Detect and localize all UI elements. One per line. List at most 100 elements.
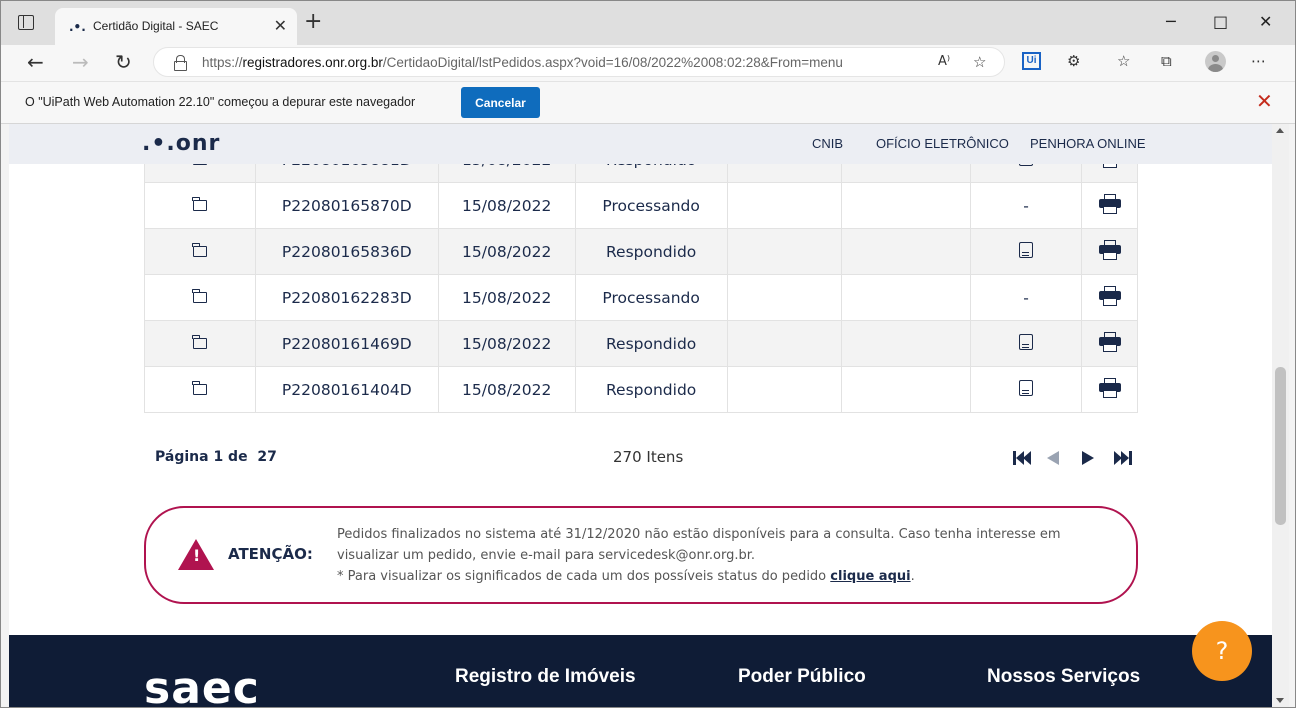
collections-icon[interactable]: ⧉	[1161, 52, 1172, 70]
page-viewport: P22080165881D15/08/2022RespondidoP220801…	[9, 124, 1272, 707]
first-page-icon[interactable]	[1013, 451, 1033, 465]
onr-logo[interactable]: .•.onr	[142, 131, 220, 156]
warning-icon: !	[178, 539, 214, 570]
empty-cell	[841, 366, 972, 413]
scroll-up-icon[interactable]	[1276, 128, 1284, 133]
footer-registro-imoveis[interactable]: Registro de Imóveis	[455, 666, 636, 688]
help-button[interactable]: ?	[1192, 621, 1252, 681]
saec-logo[interactable]: saec	[144, 663, 260, 707]
folder-icon[interactable]	[192, 196, 207, 211]
print-cell[interactable]	[1081, 228, 1138, 275]
favorite-add-icon[interactable]: ☆	[973, 53, 986, 71]
orders-table: P22080165881D15/08/2022RespondidoP220801…	[144, 136, 1138, 413]
maximize-icon[interactable]: □	[1213, 12, 1228, 31]
printer-icon[interactable]	[1098, 239, 1121, 260]
order-id[interactable]: P22080161469D	[254, 320, 439, 367]
next-page-icon[interactable]	[1082, 451, 1094, 465]
tab-title: Certidão Digital - SAEC	[93, 19, 219, 33]
empty-cell	[726, 320, 843, 367]
folder-icon[interactable]	[192, 242, 207, 257]
tab-strip: .•. Certidão Digital - SAEC ✕ + ─ □ ✕	[1, 1, 1295, 45]
address-bar[interactable]: https://registradores.onr.org.br/Certida…	[153, 47, 1005, 77]
document-icon[interactable]	[1019, 333, 1034, 350]
scroll-down-icon[interactable]	[1276, 698, 1284, 703]
attention-line-1: Pedidos finalizados no sistema até 31/12…	[337, 527, 1061, 563]
browser-window: .•. Certidão Digital - SAEC ✕ + ─ □ ✕ ← …	[0, 0, 1296, 708]
nav-link-cnib[interactable]: CNIB	[812, 136, 843, 151]
open-folder-cell[interactable]	[144, 366, 256, 413]
uipath-extension-icon[interactable]: Ui	[1022, 52, 1041, 70]
new-tab-icon[interactable]: +	[304, 11, 322, 33]
favorites-icon[interactable]: ☆	[1117, 52, 1130, 70]
profile-avatar[interactable]	[1205, 51, 1226, 72]
folder-icon[interactable]	[192, 288, 207, 303]
read-aloud-icon[interactable]: A⁾	[938, 54, 950, 69]
document-cell-empty: -	[970, 182, 1083, 229]
empty-cell	[841, 274, 972, 321]
minimize-icon[interactable]: ─	[1166, 12, 1176, 31]
open-folder-cell[interactable]	[144, 274, 256, 321]
document-cell[interactable]	[970, 366, 1083, 413]
table-row: P22080161469D 15/08/2022 Respondido	[144, 320, 1138, 367]
empty-cell	[726, 366, 843, 413]
table-row: P22080161404D 15/08/2022 Respondido	[144, 366, 1138, 413]
order-status: Respondido	[574, 366, 728, 413]
order-id[interactable]: P22080165836D	[254, 228, 439, 275]
order-id[interactable]: P22080161404D	[254, 366, 439, 413]
tab-actions-icon[interactable]	[18, 15, 34, 30]
order-id[interactable]: P22080165870D	[254, 182, 439, 229]
folder-icon[interactable]	[192, 334, 207, 349]
footer-nossos-servicos[interactable]: Nossos Serviços	[987, 666, 1140, 688]
order-id[interactable]: P22080162283D	[254, 274, 439, 321]
item-count: 270 Itens	[613, 448, 684, 466]
empty-cell	[841, 182, 972, 229]
browser-tab[interactable]: .•. Certidão Digital - SAEC ✕	[55, 8, 297, 45]
window-close-icon[interactable]: ✕	[1259, 12, 1272, 31]
forward-arrow-icon[interactable]: →	[72, 50, 89, 74]
more-menu-icon[interactable]: ⋯	[1251, 52, 1266, 70]
print-cell[interactable]	[1081, 366, 1138, 413]
scroll-thumb[interactable]	[1275, 367, 1286, 525]
infobar-close-icon[interactable]: ✕	[1256, 91, 1273, 111]
page-scrollbar[interactable]	[1272, 124, 1289, 707]
open-folder-cell[interactable]	[144, 228, 256, 275]
printer-icon[interactable]	[1098, 377, 1121, 398]
open-folder-cell[interactable]	[144, 320, 256, 367]
print-cell[interactable]	[1081, 274, 1138, 321]
nav-link-oficio-eletronico[interactable]: OFÍCIO ELETRÔNICO	[876, 136, 1009, 151]
debug-infobar: O "UiPath Web Automation 22.10" começou …	[1, 81, 1295, 124]
print-cell[interactable]	[1081, 182, 1138, 229]
folder-icon[interactable]	[192, 380, 207, 395]
print-cell[interactable]	[1081, 320, 1138, 367]
empty-cell	[726, 228, 843, 275]
extensions-icon[interactable]: ⚙	[1067, 52, 1080, 70]
order-date: 15/08/2022	[437, 366, 576, 413]
document-icon[interactable]	[1019, 241, 1034, 258]
printer-icon[interactable]	[1098, 193, 1121, 214]
cancel-button[interactable]: Cancelar	[461, 87, 540, 118]
url-text[interactable]: https://registradores.onr.org.br/Certida…	[202, 55, 843, 70]
nav-link-penhora-online[interactable]: PENHORA ONLINE	[1030, 136, 1146, 151]
printer-icon[interactable]	[1098, 331, 1121, 352]
document-cell[interactable]	[970, 228, 1083, 275]
order-status: Processando	[574, 182, 728, 229]
attention-text: Pedidos finalizados no sistema até 31/12…	[337, 524, 1117, 587]
attention-line-2: * Para visualizar os significados de cad…	[337, 569, 915, 584]
previous-page-icon[interactable]	[1047, 451, 1059, 465]
refresh-icon[interactable]: ↻	[115, 50, 132, 74]
open-folder-cell[interactable]	[144, 182, 256, 229]
tab-close-icon[interactable]: ✕	[274, 16, 287, 35]
document-cell[interactable]	[970, 320, 1083, 367]
last-page-icon[interactable]	[1114, 451, 1134, 465]
status-help-link[interactable]: clique aqui	[830, 569, 910, 584]
order-status: Respondido	[574, 320, 728, 367]
footer-poder-publico[interactable]: Poder Público	[738, 666, 866, 688]
browser-toolbar: ← → ↻ https://registradores.onr.org.br/C…	[1, 45, 1295, 81]
printer-icon[interactable]	[1098, 285, 1121, 306]
table-row: P22080165870D 15/08/2022 Processando -	[144, 182, 1138, 229]
document-cell-empty: -	[970, 274, 1083, 321]
document-icon[interactable]	[1019, 379, 1034, 396]
order-status: Processando	[574, 274, 728, 321]
lock-icon[interactable]	[174, 55, 187, 71]
back-arrow-icon[interactable]: ←	[27, 50, 44, 74]
